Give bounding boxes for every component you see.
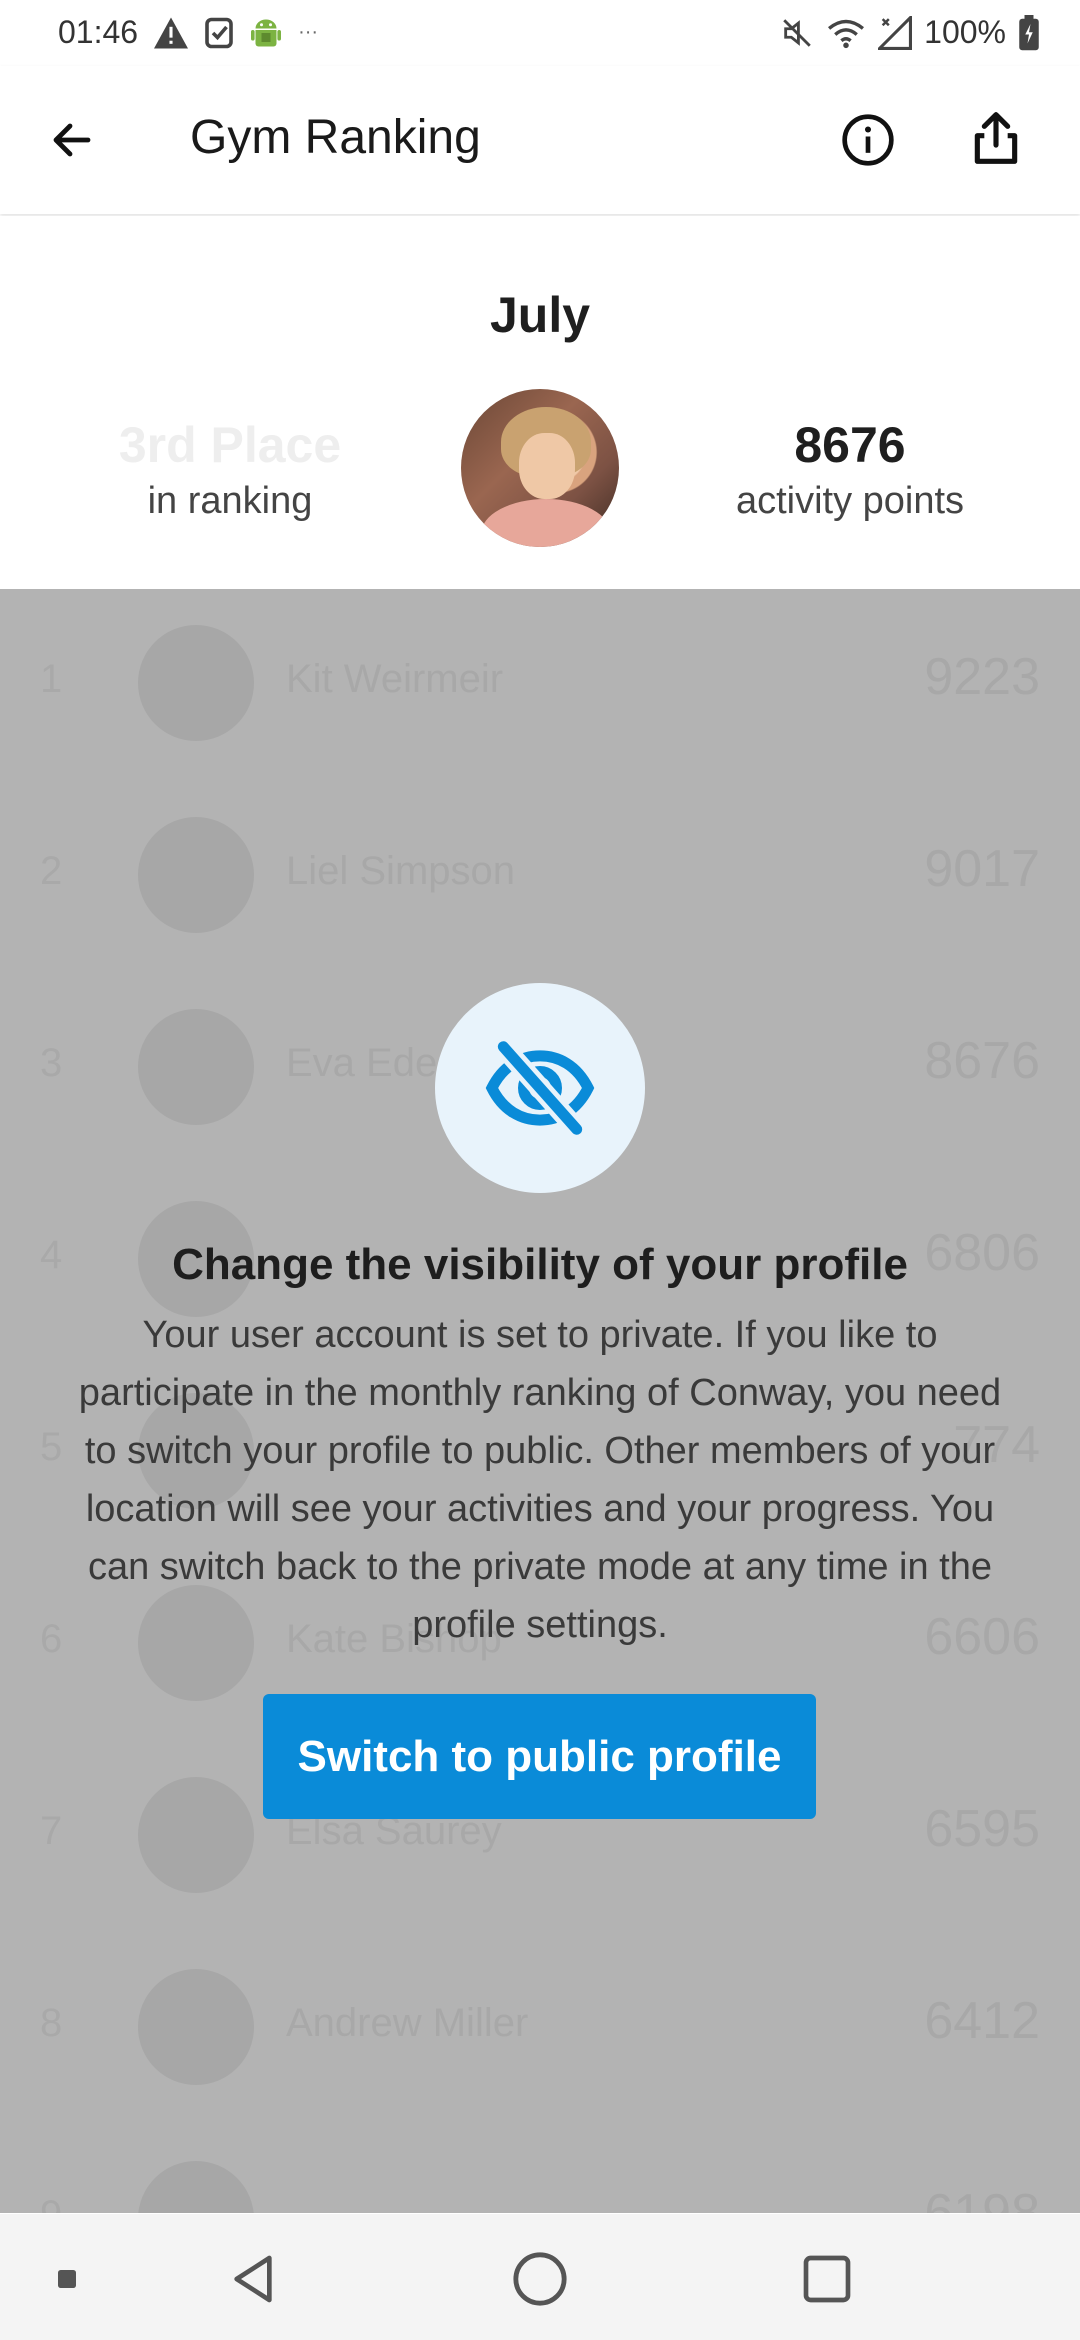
rank-number: 1 [40, 657, 63, 701]
signal-icon [878, 15, 913, 50]
member-name: Kit Weirmeir [286, 657, 504, 701]
member-points: 9017 [924, 840, 1040, 898]
arrow-left-icon [53, 123, 91, 157]
switch-to-public-button[interactable]: Switch to public profile [263, 1694, 816, 1819]
member-name: Eva Ede [286, 1041, 438, 1085]
nav-recents-button[interactable] [792, 2244, 862, 2314]
nav-back-button[interactable] [218, 2244, 288, 2314]
list-item[interactable]: 8 Andrew Miller 6412 [0, 1933, 1080, 2125]
modal-body: Your user account is set to private. If … [78, 1314, 1002, 1646]
status-bar: 01:46 ··· 100% [0, 0, 1080, 66]
ranking-summary: July 3rd Place in ranking 8676 activity … [0, 216, 1080, 588]
nav-dot-button[interactable] [32, 2244, 102, 2314]
list-item[interactable]: 1 Kit Weirmeir 9223 [0, 589, 1080, 781]
android-icon [248, 15, 284, 51]
month-title: July [489, 287, 591, 343]
place-value: 3rd Place [118, 417, 342, 473]
task-icon [204, 16, 234, 50]
share-button[interactable] [964, 106, 1028, 170]
place-block: 3rd Place in ranking [50, 416, 410, 523]
member-points: 6595 [924, 1800, 1040, 1858]
avatar [461, 389, 619, 547]
status-time: 01:46 [58, 14, 139, 50]
mute-icon [780, 16, 814, 50]
wifi-icon [826, 16, 866, 50]
avatar [138, 1777, 254, 1893]
rank-number: 8 [40, 2001, 63, 2045]
points-label: activity points [735, 480, 965, 522]
rank-number: 2 [40, 849, 63, 893]
avatar [138, 625, 254, 741]
member-name: Andrew Miller [286, 2001, 529, 2045]
triangle-back-icon [234, 2255, 272, 2303]
battery-percent: 100% [924, 14, 1006, 50]
page-title: Gym Ranking [190, 111, 481, 164]
status-more: ··· [298, 21, 319, 43]
rank-number: 7 [40, 1809, 63, 1853]
system-nav-bar [0, 2214, 1080, 2340]
points-value: 8676 [794, 417, 906, 473]
rank-number: 5 [40, 1425, 63, 1469]
member-name: Liel Simpson [286, 849, 516, 893]
place-label: in ranking [147, 480, 313, 522]
list-item[interactable]: 2 Liel Simpson 9017 [0, 781, 1080, 973]
member-points: 9223 [924, 648, 1040, 706]
avatar [138, 1969, 254, 2085]
rank-number: 6 [40, 1617, 63, 1661]
back-button[interactable] [40, 108, 104, 172]
app-bar: Gym Ranking [0, 66, 1080, 214]
rank-number: 9 [40, 2193, 62, 2213]
member-points: 6412 [924, 1992, 1040, 2050]
list-item[interactable]: 9 6198 [0, 2125, 1080, 2213]
info-button[interactable] [836, 108, 900, 172]
status-right: 100% [780, 14, 1040, 51]
warning-icon [152, 16, 190, 50]
avatar [138, 1009, 254, 1125]
battery-icon [1018, 14, 1040, 51]
share-icon [974, 112, 1018, 164]
circle-home-icon [513, 2252, 567, 2306]
avatar [138, 817, 254, 933]
info-icon [842, 114, 894, 166]
nav-home-button[interactable] [505, 2244, 575, 2314]
eye-off-icon [485, 1039, 595, 1137]
member-points: 6198 [924, 2184, 1040, 2213]
points-block: 8676 activity points [680, 416, 1020, 523]
square-recents-icon [803, 2255, 851, 2303]
rank-number: 3 [40, 1041, 63, 1085]
modal-title: Change the visibility of your profile [172, 1240, 908, 1289]
square-dot-icon [58, 2270, 76, 2288]
member-points: 8676 [924, 1032, 1040, 1090]
avatar [138, 2161, 254, 2213]
status-left: 01:46 ··· [58, 14, 318, 51]
visibility-icon-badge [435, 983, 645, 1193]
